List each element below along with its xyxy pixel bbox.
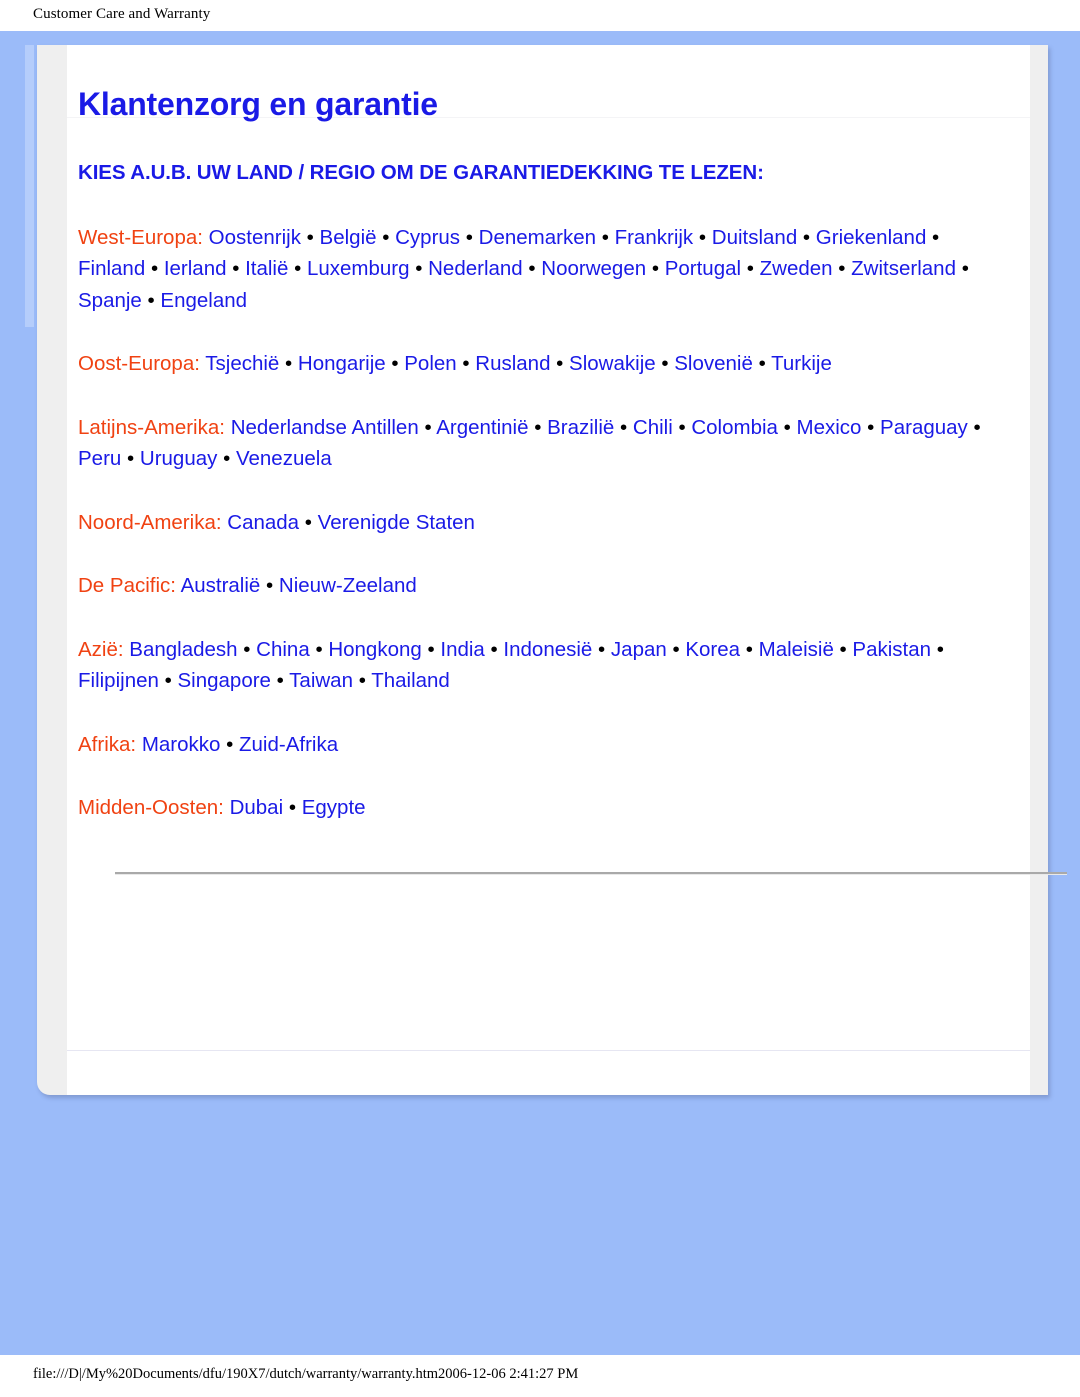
bullet-separator: • [226,732,234,756]
bullet-separator: • [620,415,628,439]
bullet-separator: • [462,352,470,376]
bullet-separator: • [490,637,498,661]
bullet-separator: • [838,257,846,281]
bullet-separator: • [315,637,323,661]
region-colon: : [170,574,176,598]
region-block-midden-oosten: Midden-Oosten: Dubai • Egypte [78,792,983,824]
bullet-separator: • [661,352,669,376]
content-card: Klantenzorg en garantie KIES A.U.B. UW L… [37,45,1067,1095]
bullet-separator: • [528,257,536,281]
bullet-separator: • [415,257,423,281]
region-label-west-europa: West-Europa [78,225,198,249]
print-footer: file:///D|/My%20Documents/dfu/190X7/dutc… [0,1355,1080,1397]
bullet-separator: • [672,637,680,661]
region-label-afrika: Afrika [78,732,131,756]
region-colon: : [194,352,200,376]
bullet-separator: • [932,225,940,249]
region-colon: : [130,732,137,756]
page-title: Klantenzorg en garantie [78,86,438,122]
card-bottom-divider [67,1050,1030,1051]
bullet-separator: • [223,447,231,471]
bullet-separator: • [304,510,312,534]
region-colon: : [219,415,225,439]
bullet-separator: • [127,447,135,471]
region-block-latijns-amerika: Latijns-Amerika: Nederlandse Antillen • … [78,412,983,475]
bullet-separator: • [936,637,944,661]
left-accent-strip [25,45,34,327]
region-colon: : [117,637,124,661]
bullet-separator: • [427,637,435,661]
bullet-separator: • [294,257,302,281]
region-label-de-pacific: De Pacific [78,574,171,598]
region-label-azie: Azië [78,637,118,661]
region-block-west-europa: West-Europa: Oostenrijk • België • Cypru… [78,222,983,317]
region-label-oost-europa: Oost-Europa [78,352,195,376]
region-countries-afrika[interactable]: Marokko • Zuid-Afrika [142,733,338,756]
bullet-separator: • [358,669,366,693]
region-block-oost-europa: Oost-Europa: Tsjechië • Hongarije • Pole… [78,348,983,380]
region-block-noord-amerika: Noord-Amerika: Canada • Verenigde Staten [78,507,983,539]
bullet-separator: • [164,669,172,693]
region-countries-west-europa[interactable]: Oostenrijk • België • Cyprus • Denemarke… [78,226,969,312]
instruction-heading: KIES A.U.B. UW LAND / REGIO OM DE GARANT… [78,161,764,185]
bullet-separator: • [306,225,314,249]
bullet-separator: • [465,225,473,249]
bullet-separator: • [424,415,432,439]
region-colon: : [197,225,203,249]
bullet-separator: • [232,257,240,281]
print-header-title: Customer Care and Warranty [33,6,211,22]
bullet-separator: • [556,352,564,376]
bullet-separator: • [839,637,847,661]
bullet-separator: • [285,352,293,376]
print-footer-url: file:///D|/My%20Documents/dfu/190X7/dutc… [33,1366,579,1382]
region-block-afrika: Afrika: Marokko • Zuid-Afrika [78,729,983,761]
region-label-midden-oosten: Midden-Oosten [78,796,219,820]
bullet-separator: • [288,796,297,820]
bullet-separator: • [961,257,969,281]
region-countries-noord-amerika[interactable]: Canada • Verenigde Staten [227,511,475,534]
bullet-separator: • [973,415,981,439]
region-block-azie: Azië: Bangladesh • China • Hongkong • In… [78,634,983,697]
bullet-separator: • [698,225,707,249]
print-header: Customer Care and Warranty [0,0,1080,31]
bullet-separator: • [266,574,274,598]
region-label-noord-amerika: Noord-Amerika [78,510,216,534]
bullet-separator: • [783,415,791,439]
document-content: Klantenzorg en garantie KIES A.U.B. UW L… [78,86,983,824]
region-colon: : [218,796,224,820]
bullet-separator: • [651,257,660,281]
region-countries-midden-oosten[interactable]: Dubai • Egypte [230,796,366,819]
region-countries-de-pacific[interactable]: Australië • Nieuw-Zeeland [181,574,417,597]
bullet-separator: • [867,415,875,439]
region-countries-oost-europa[interactable]: Tsjechië • Hongarije • Polen • Rusland •… [205,352,832,375]
bullet-separator: • [758,352,766,376]
bullet-separator: • [534,415,542,439]
bullet-separator: • [276,669,284,693]
bullet-separator: • [745,637,753,661]
bullet-separator: • [147,288,155,312]
bullet-separator: • [601,225,609,249]
bullet-separator: • [678,415,686,439]
bullet-separator: • [150,257,159,281]
bullet-separator: • [802,225,811,249]
bullet-separator: • [598,637,606,661]
region-colon: : [215,510,222,534]
region-label-latijns-amerika: Latijns-Amerika [78,415,220,439]
bullet-separator: • [243,637,251,661]
region-block-de-pacific: De Pacific: Australië • Nieuw-Zeeland [78,570,983,602]
bullet-separator: • [382,225,390,249]
bullet-separator: • [746,257,754,281]
page-body: Klantenzorg en garantie KIES A.U.B. UW L… [0,31,1080,1355]
bullet-separator: • [391,352,399,376]
content-horizontal-rule [115,872,1067,875]
region-countries-azie[interactable]: Bangladesh • China • Hongkong • India • … [78,638,944,693]
